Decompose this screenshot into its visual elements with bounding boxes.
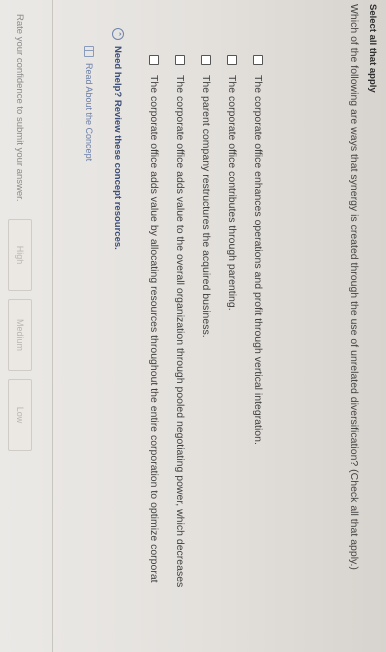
- concept-resources: ⌃ Need help? Review these concept resour…: [84, 28, 124, 588]
- confidence-footer: Rate your confidence to submit your answ…: [0, 0, 40, 652]
- instruction-label: Select all that apply: [367, 4, 378, 93]
- chevron-circle-icon: ⌃: [112, 28, 124, 40]
- low-confidence-button[interactable]: Low: [8, 379, 32, 451]
- question-text: Which of the following are ways that syn…: [348, 4, 360, 570]
- medium-confidence-button[interactable]: Medium: [8, 299, 32, 371]
- answer-option[interactable]: The corporate office adds value to the o…: [167, 55, 193, 652]
- question-panel: Select all that apply Which of the follo…: [0, 0, 386, 652]
- answer-option[interactable]: The corporate office adds value by alloc…: [141, 55, 167, 652]
- checkbox[interactable]: [253, 55, 263, 65]
- checkbox[interactable]: [201, 55, 211, 65]
- checkbox[interactable]: [175, 55, 185, 65]
- option-label: The corporate office enhances operations…: [252, 75, 264, 445]
- answer-option[interactable]: The parent company restructures the acqu…: [193, 55, 219, 652]
- book-icon: [84, 46, 94, 57]
- high-confidence-button[interactable]: High: [8, 219, 32, 291]
- question-header: Select all that apply Which of the follo…: [347, 4, 378, 644]
- answer-options: The corporate office enhances operations…: [141, 55, 271, 652]
- page: Select all that apply Which of the follo…: [0, 0, 386, 652]
- divider: [52, 0, 53, 652]
- option-label: The corporate office adds value to the o…: [174, 75, 186, 588]
- answer-option[interactable]: The corporate office contributes through…: [219, 55, 245, 652]
- need-help-toggle[interactable]: ⌃ Need help? Review these concept resour…: [112, 28, 124, 588]
- need-help-text: Need help? Review these concept resource…: [112, 46, 124, 250]
- option-label: The corporate office contributes through…: [226, 75, 238, 311]
- option-label: The corporate office adds value by alloc…: [148, 75, 160, 583]
- read-concept-link[interactable]: Read About the Concept: [84, 46, 94, 588]
- option-label: The parent company restructures the acqu…: [200, 75, 212, 338]
- checkbox[interactable]: [149, 55, 159, 65]
- rate-confidence-text: Rate your confidence to submit your answ…: [14, 14, 26, 202]
- answer-option[interactable]: The corporate office enhances operations…: [245, 55, 271, 652]
- checkbox[interactable]: [227, 55, 237, 65]
- read-concept-label: Read About the Concept: [84, 63, 94, 162]
